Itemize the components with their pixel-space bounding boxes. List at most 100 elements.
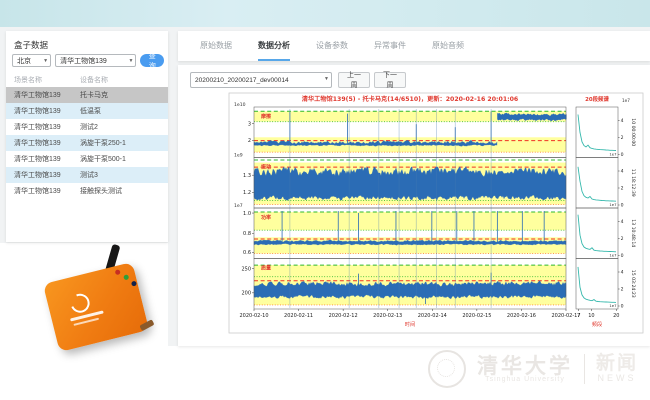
svg-text:2: 2: [621, 287, 624, 293]
device-cell: 涡旋干泵500-1: [74, 154, 126, 164]
svg-text:2: 2: [621, 135, 624, 141]
device-cell: 托卡马克: [74, 90, 108, 100]
svg-text:20段频谱: 20段频谱: [585, 95, 609, 103]
svg-text:2020-02-16: 2020-02-16: [507, 313, 536, 319]
svg-text:时间: 时间: [405, 320, 415, 328]
dataset-select[interactable]: 20200210_20200217_dev00014 ▼: [190, 72, 332, 88]
svg-text:1e7: 1e7: [234, 203, 243, 209]
next-week-button[interactable]: 下一周: [374, 72, 406, 88]
device-cell: 低温泵: [74, 106, 101, 116]
svg-text:0: 0: [621, 253, 624, 259]
tab-data-analysis[interactable]: 数据分析: [258, 31, 290, 61]
scene-cell: 清华工物馆139: [6, 186, 74, 196]
svg-text:10 00:00:00: 10 00:00:00: [630, 118, 636, 146]
sidebar-title: 盒子数据: [14, 39, 48, 51]
svg-text:4: 4: [621, 169, 624, 175]
svg-text:质量: 质量: [261, 265, 271, 272]
svg-text:2020-02-15: 2020-02-15: [462, 313, 491, 319]
scene-cell: 清华工物馆139: [6, 90, 74, 100]
device-table-header: 场景名称 设备名称: [6, 73, 168, 87]
scene-cell: 清华工物馆139: [6, 170, 74, 180]
region-select-value: 北京: [17, 56, 31, 66]
tab-raw-data[interactable]: 原始数据: [200, 31, 232, 61]
svg-text:2: 2: [621, 236, 624, 242]
svg-text:20: 20: [613, 313, 619, 319]
svg-text:0: 0: [621, 203, 624, 209]
svg-text:摩擦: 摩擦: [261, 113, 271, 120]
query-button[interactable]: 查询: [140, 54, 164, 67]
svg-text:2020-02-14: 2020-02-14: [418, 313, 447, 319]
region-select[interactable]: 北京 ▼: [12, 54, 51, 67]
svg-text:2020-02-13: 2020-02-13: [373, 313, 402, 319]
svg-text:3: 3: [248, 121, 251, 127]
tab-device-params[interactable]: 设备参数: [316, 31, 348, 61]
svg-text:2020-02-11: 2020-02-11: [284, 313, 313, 319]
led-red: [115, 269, 121, 275]
device-cell: 测试2: [74, 122, 98, 132]
app-window: 盒子数据 北京 ▼ 清华工物馆139 ▼ 查询 场景名称 设备名称 清华工物馆1…: [0, 0, 650, 400]
svg-text:1.0: 1.0: [243, 211, 251, 217]
svg-text:0.8: 0.8: [243, 231, 251, 237]
led-blue: [131, 281, 137, 287]
led-green: [123, 274, 129, 280]
tab-abnormal-events[interactable]: 异常事件: [374, 31, 406, 61]
news-cn: 新闻: [596, 355, 638, 373]
svg-text:250: 250: [241, 266, 251, 272]
top-banner: [0, 0, 650, 27]
tab-raw-audio[interactable]: 原始音频: [432, 31, 464, 61]
table-row[interactable]: 清华工物馆139接触探头测试: [6, 183, 168, 199]
device-photo: [50, 250, 150, 350]
sidebar-panel: 盒子数据 北京 ▼ 清华工物馆139 ▼ 查询 场景名称 设备名称 清华工物馆1…: [6, 31, 168, 242]
svg-text:13 10:48:14: 13 10:48:14: [630, 219, 636, 247]
vendor-logo-icon: [68, 291, 93, 316]
device-table-body: 清华工物馆139托卡马克清华工物馆139低温泵清华工物馆139测试2清华工物馆1…: [6, 87, 168, 199]
table-row[interactable]: 清华工物馆139托卡马克: [6, 87, 168, 103]
scene-cell: 清华工物馆139: [6, 154, 74, 164]
device-cell: 接触探头测试: [74, 186, 122, 196]
prev-week-button[interactable]: 上一周: [338, 72, 370, 88]
svg-text:4: 4: [621, 219, 624, 225]
svg-text:0: 0: [621, 152, 624, 158]
svg-text:1.2: 1.2: [243, 190, 251, 196]
scene-cell: 清华工物馆139: [6, 138, 74, 148]
svg-text:2020-02-12: 2020-02-12: [329, 313, 358, 319]
svg-text:10: 10: [588, 313, 594, 319]
svg-text:4: 4: [621, 118, 624, 124]
svg-text:2: 2: [621, 186, 624, 192]
watermark: 清华大学 Tsinghua University 新闻 NEWS: [428, 350, 638, 388]
table-row[interactable]: 清华工物馆139涡旋干泵500-1: [6, 151, 168, 167]
svg-text:200: 200: [241, 291, 251, 297]
dataset-select-value: 20200210_20200217_dev00014: [195, 77, 289, 84]
svg-text:11 18:12:39: 11 18:12:39: [630, 169, 636, 197]
svg-text:1e7: 1e7: [622, 98, 630, 103]
svg-text:7: 7: [577, 313, 580, 319]
table-row[interactable]: 清华工物馆139测试3: [6, 167, 168, 183]
svg-text:2: 2: [248, 138, 251, 144]
chevron-down-icon: ▼: [129, 58, 134, 64]
svg-text:1e7: 1e7: [609, 303, 617, 308]
svg-text:15 03:24:23: 15 03:24:23: [630, 270, 636, 298]
svg-text:1e7: 1e7: [609, 152, 617, 157]
watermark-cn: 清华大学: [477, 356, 573, 376]
svg-text:1e7: 1e7: [609, 253, 617, 258]
site-select[interactable]: 清华工物馆139 ▼: [55, 54, 136, 67]
site-select-value: 清华工物馆139: [60, 56, 107, 66]
svg-text:1.3: 1.3: [243, 173, 251, 179]
analysis-panel: 20200210_20200217_dev00014 ▼ 上一周 下一周 清华工…: [178, 65, 650, 346]
table-row[interactable]: 清华工物馆139低温泵: [6, 103, 168, 119]
device-cell: 测试3: [74, 170, 98, 180]
svg-text:1e9: 1e9: [234, 153, 243, 159]
scene-cell: 清华工物馆139: [6, 122, 74, 132]
svg-text:频段: 频段: [592, 320, 602, 328]
svg-text:0: 0: [621, 304, 624, 310]
chevron-down-icon: ▼: [43, 58, 48, 64]
svg-text:功率: 功率: [261, 214, 271, 221]
table-row[interactable]: 清华工物馆139涡旋干泵250-1: [6, 135, 168, 151]
scene-column-header: 场景名称: [6, 75, 74, 85]
timeseries-chart: 清华工物馆139(5) - 托卡马克(14/6510)，更新：2020-02-1…: [228, 91, 644, 339]
chevron-down-icon: ▼: [324, 76, 329, 82]
sidebar-filters: 北京 ▼ 清华工物馆139 ▼ 查询: [12, 54, 164, 69]
device-cell: 涡旋干泵250-1: [74, 138, 126, 148]
svg-text:0.6: 0.6: [243, 250, 251, 256]
table-row[interactable]: 清华工物馆139测试2: [6, 119, 168, 135]
